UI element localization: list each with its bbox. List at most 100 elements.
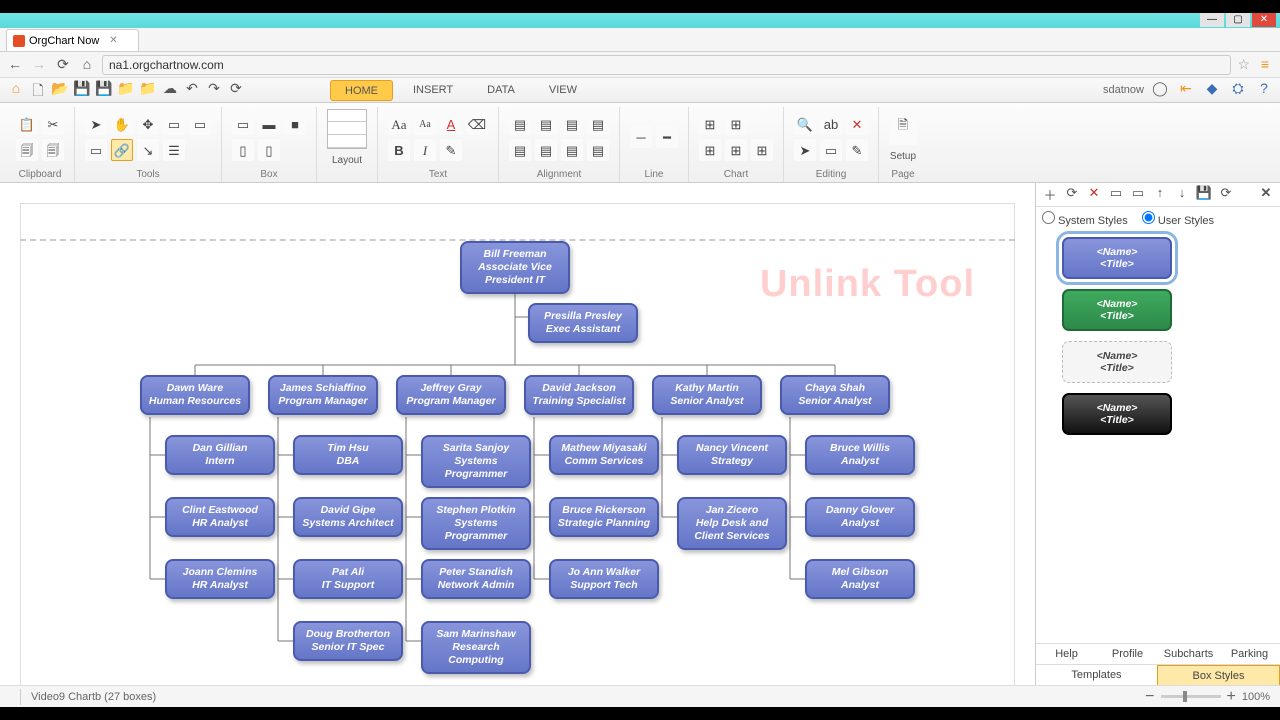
reload-style-icon[interactable]: ⟳ (1216, 185, 1236, 205)
save-icon[interactable]: 💾 (72, 80, 92, 100)
org-node[interactable]: Bruce RickersonStrategic Planning (549, 497, 659, 537)
tab-view[interactable]: VIEW (535, 80, 591, 101)
org-node[interactable]: Presilla PresleyExec Assistant (528, 303, 638, 343)
org-node[interactable]: Jeffrey GrayProgram Manager (396, 375, 506, 415)
chart1-icon[interactable]: ⊞ (699, 113, 721, 135)
browser-tab[interactable]: OrgChart Now ✕ (6, 29, 139, 51)
pointer-tool-icon[interactable]: ➤ (85, 113, 107, 135)
style-card-green[interactable]: <Name> <Title> (1062, 289, 1172, 331)
org-node[interactable]: Pat AliIT Support (293, 559, 403, 599)
nav-forward-button[interactable]: → (30, 56, 48, 74)
window-max-button[interactable]: ▢ (1226, 13, 1250, 27)
redo-icon[interactable]: ↷ (204, 80, 224, 100)
layout-button[interactable] (327, 109, 367, 149)
nav-home-button[interactable]: ⌂ (78, 56, 96, 74)
down-icon[interactable]: ↓ (1172, 185, 1192, 205)
canvas[interactable]: Unlink Tool Bill FreemanAssociate Vice P… (0, 183, 1035, 687)
delete-style-icon[interactable]: ✕ (1084, 185, 1104, 205)
org-node[interactable]: Mel GibsonAnalyst (805, 559, 915, 599)
align-tr-icon[interactable]: ▤ (561, 113, 583, 135)
linew1-icon[interactable]: ─ (630, 126, 652, 148)
chart3-icon[interactable]: ⊞ (699, 139, 721, 161)
zoom-slider[interactable] (1161, 695, 1221, 698)
org-node[interactable]: Joann CleminsHR Analyst (165, 559, 275, 599)
find-icon[interactable]: 🔍 (794, 113, 816, 135)
align-bc-icon[interactable]: ▤ (535, 139, 557, 161)
refresh-icon[interactable]: ⟳ (226, 80, 246, 100)
align-tj-icon[interactable]: ▤ (587, 113, 609, 135)
system-styles-radio[interactable]: System Styles (1042, 211, 1128, 227)
org-node[interactable]: Jan ZiceroHelp Desk and Client Services (677, 497, 787, 550)
org-node[interactable]: Stephen PlotkinSystems Programmer (421, 497, 531, 550)
footer-help[interactable]: Help (1036, 644, 1097, 664)
font-color-icon[interactable]: A (440, 113, 462, 135)
org-node[interactable]: Danny GloverAnalyst (805, 497, 915, 537)
select-icon[interactable]: ➤ (794, 139, 816, 161)
chart5-icon[interactable]: ⊞ (751, 139, 773, 161)
tree1-icon[interactable]: ▭ (163, 113, 185, 135)
copy2-icon[interactable]: 🗐 (42, 139, 64, 161)
tab-insert[interactable]: INSERT (399, 80, 467, 101)
bold-icon[interactable]: B (388, 139, 410, 161)
bookmark-star-icon[interactable]: ☆ (1237, 56, 1250, 73)
copy-icon[interactable]: 🗐 (16, 139, 38, 161)
export-icon[interactable]: 📁 (138, 80, 158, 100)
org-node[interactable]: Doug BrothertonSenior IT Spec (293, 621, 403, 661)
footer-subcharts[interactable]: Subcharts (1158, 644, 1219, 664)
zoom-out-button[interactable]: − (1145, 688, 1154, 706)
org-node[interactable]: Chaya ShahSenior Analyst (780, 375, 890, 415)
open-icon[interactable]: 📂 (50, 80, 70, 100)
align-br-icon[interactable]: ▤ (561, 139, 583, 161)
link-tool-icon[interactable]: ↘ (137, 139, 159, 161)
org-node[interactable]: David JacksonTraining Specialist (524, 375, 634, 415)
import-icon[interactable]: 📁 (116, 80, 136, 100)
box2-icon[interactable]: ▬ (258, 113, 280, 135)
footer-boxstyles[interactable]: Box Styles (1157, 665, 1280, 687)
page-setup-button[interactable]: 🗎 (889, 113, 917, 145)
org-node[interactable]: Sarita SanjoySystems Programmer (421, 435, 531, 488)
textfx-icon[interactable]: ✎ (440, 139, 462, 161)
paste-icon[interactable]: 📋 (16, 113, 38, 135)
logout-icon[interactable]: ⇤ (1176, 80, 1196, 100)
org-node[interactable]: Bill FreemanAssociate Vice President IT (460, 241, 570, 294)
linew2-icon[interactable]: ━ (656, 126, 678, 148)
edit2-icon[interactable]: ▭ (820, 139, 842, 161)
home-icon[interactable]: ⌂ (6, 80, 26, 100)
close-panel-icon[interactable]: ✕ (1256, 185, 1276, 205)
align-bj-icon[interactable]: ▤ (587, 139, 609, 161)
help-icon[interactable]: ? (1254, 80, 1274, 100)
org-node[interactable]: Kathy MartinSenior Analyst (652, 375, 762, 415)
window-close-button[interactable]: ✕ (1252, 13, 1276, 27)
detail-tool-icon[interactable]: ☰ (163, 139, 185, 161)
cloud-icon[interactable]: ☁ (160, 80, 180, 100)
org-node[interactable]: Clint EastwoodHR Analyst (165, 497, 275, 537)
tool5-icon[interactable]: ▭ (85, 139, 107, 161)
zoom-in-button[interactable]: + (1227, 688, 1236, 706)
org-node[interactable]: Dawn WareHuman Resources (140, 375, 250, 415)
style-card-blue[interactable]: <Name> <Title> (1062, 237, 1172, 279)
chart4-icon[interactable]: ⊞ (725, 139, 747, 161)
footer-parking[interactable]: Parking (1219, 644, 1280, 664)
tab-home[interactable]: HOME (330, 80, 393, 101)
unlink-tool-icon[interactable]: 🔗 (111, 139, 133, 161)
move-tool-icon[interactable]: ✥ (137, 113, 159, 135)
replace-icon[interactable]: ab (820, 113, 842, 135)
box1-icon[interactable]: ▭ (232, 113, 254, 135)
org-node[interactable]: Mathew MiyasakiComm Services (549, 435, 659, 475)
nav-back-button[interactable]: ← (6, 56, 24, 74)
saveas-icon[interactable]: 💾 (94, 80, 114, 100)
settings-icon[interactable]: ⛭ (1228, 80, 1248, 100)
align-tl-icon[interactable]: ▤ (509, 113, 531, 135)
up-icon[interactable]: ↑ (1150, 185, 1170, 205)
org-node[interactable]: Dan GillianIntern (165, 435, 275, 475)
delete-icon[interactable]: ✕ (846, 113, 868, 135)
window-min-button[interactable]: — (1200, 13, 1224, 27)
menu-icon[interactable]: ≡ (1256, 56, 1274, 74)
tab-data[interactable]: DATA (473, 80, 529, 101)
undo-icon[interactable]: ↶ (182, 80, 202, 100)
org-node[interactable]: Tim HsuDBA (293, 435, 403, 475)
org-node[interactable]: Peter StandishNetwork Admin (421, 559, 531, 599)
chart2-icon[interactable]: ⊞ (725, 113, 747, 135)
font-grow-icon[interactable]: Aa (388, 113, 410, 135)
box3-icon[interactable]: ■ (284, 113, 306, 135)
